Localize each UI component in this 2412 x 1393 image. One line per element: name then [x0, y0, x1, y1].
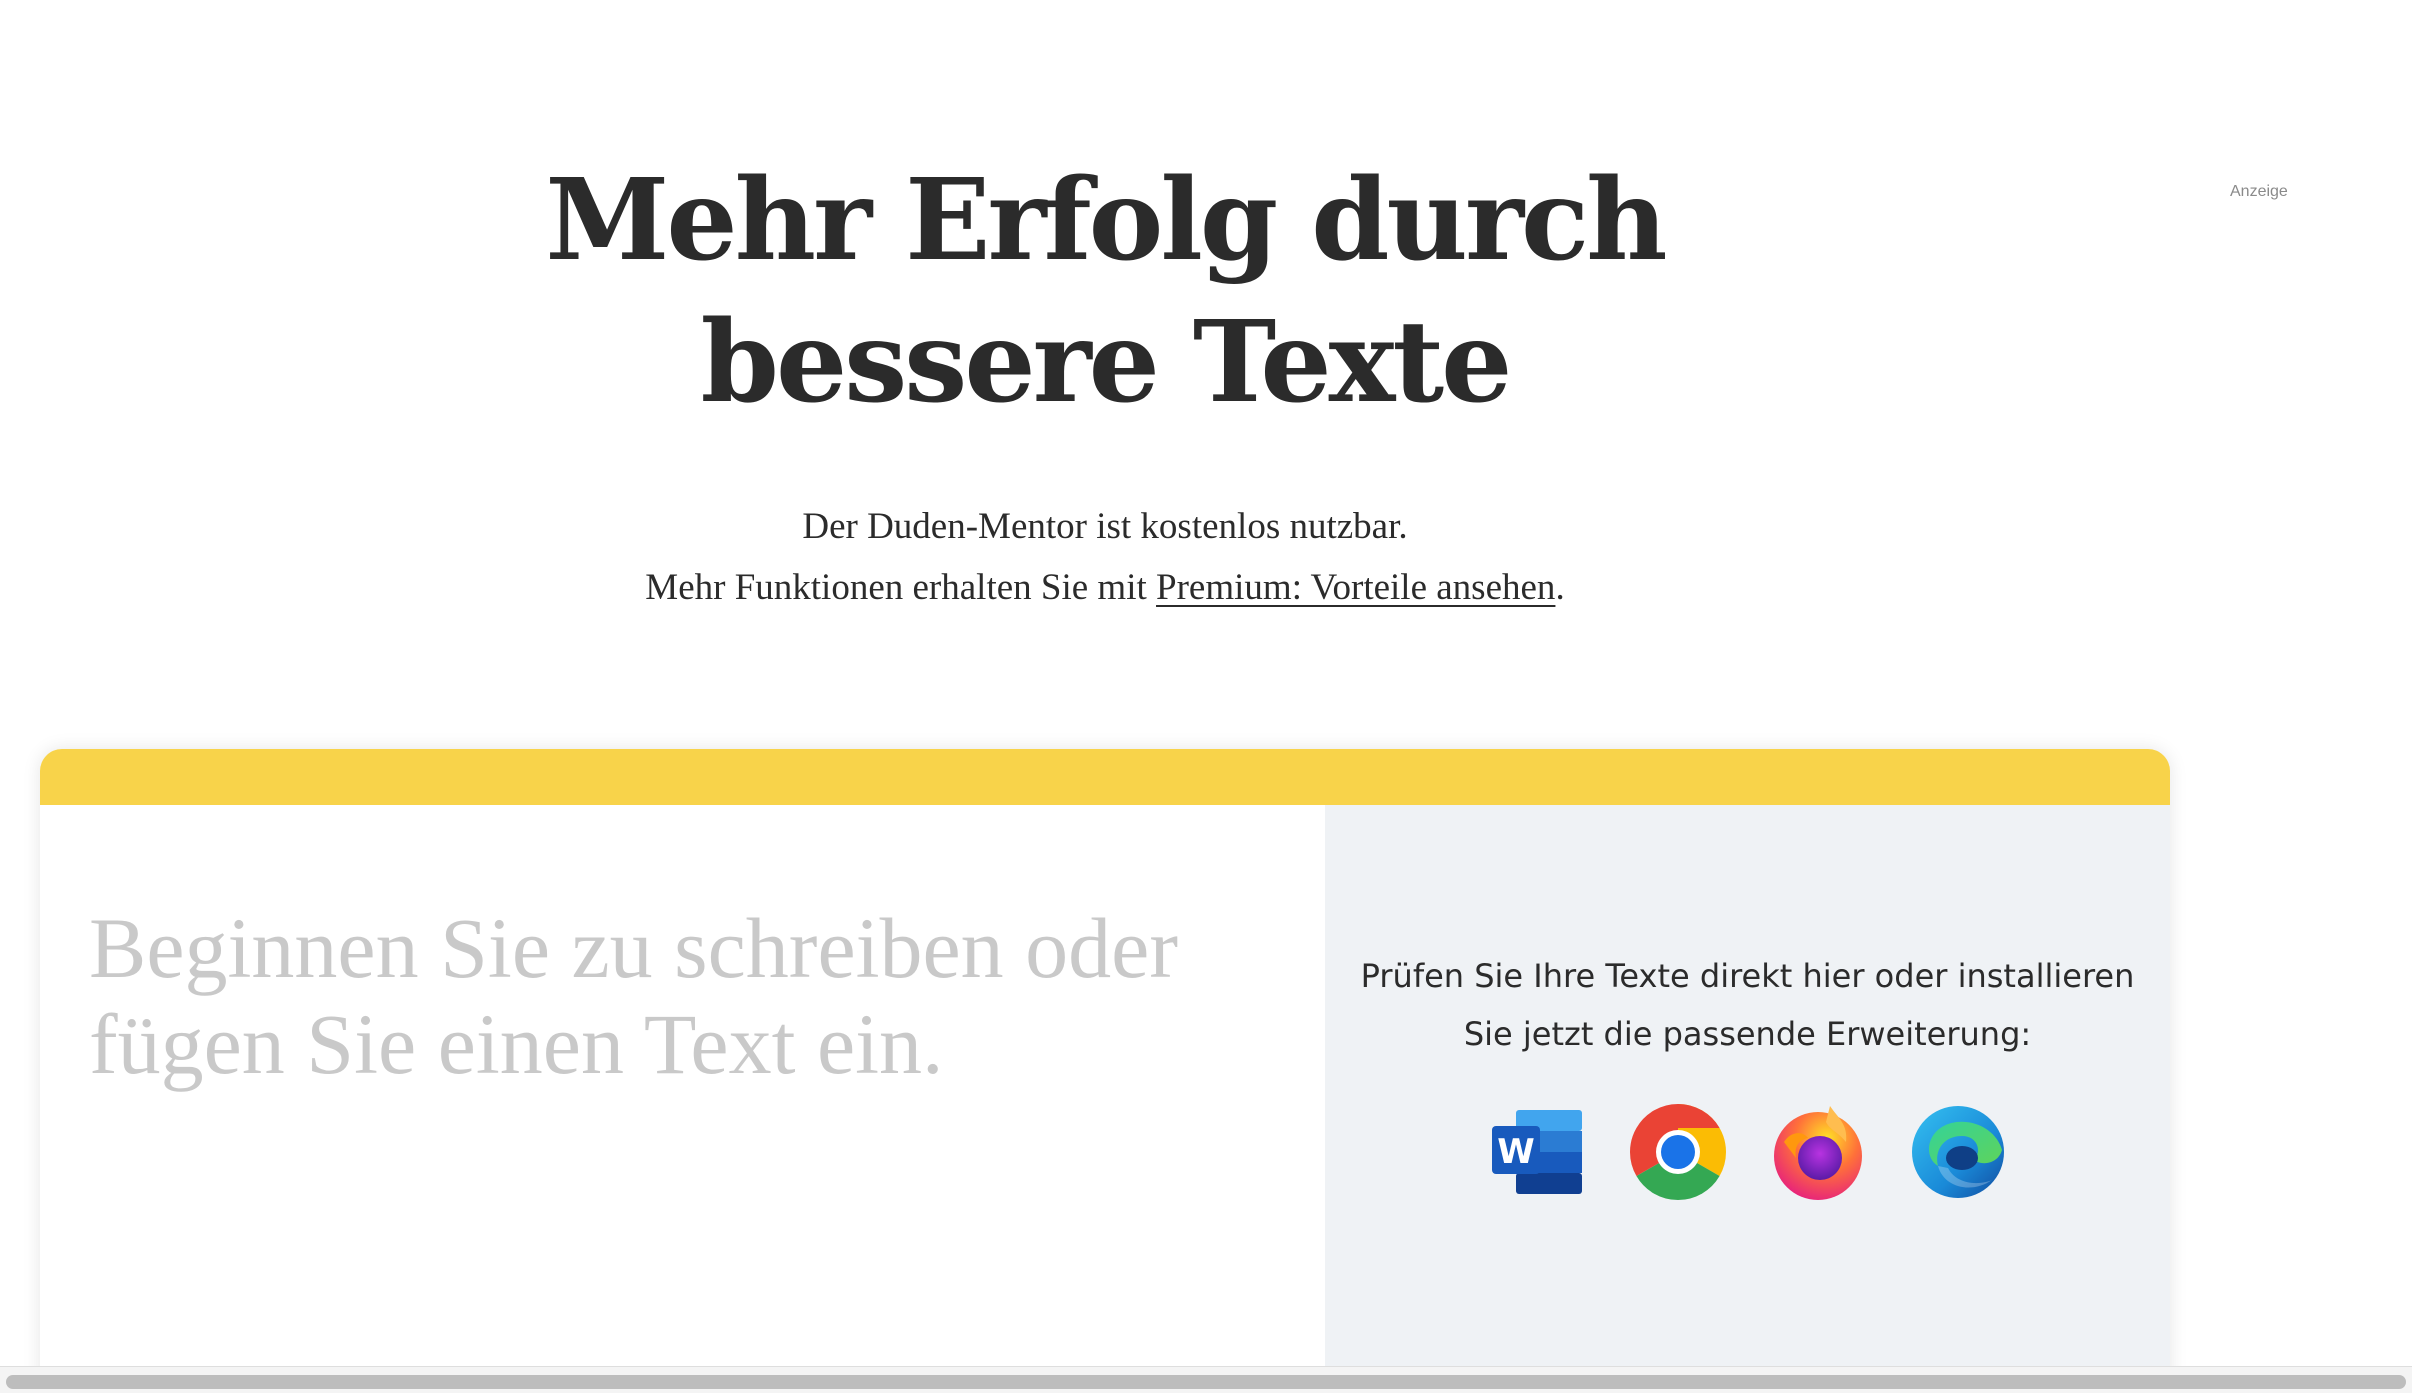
extension-icons: W [1325, 1102, 2170, 1202]
extensions-panel: Prüfen Sie Ihre Texte direkt hier oder i… [1325, 805, 2170, 1389]
headline-line-2: bessere Texte [700, 297, 1513, 428]
microsoft-word-icon[interactable]: W [1488, 1102, 1588, 1202]
editor-placeholder[interactable]: Beginnen Sie zu schreiben oder fügen Sie… [89, 900, 1239, 1092]
page: Anzeige Mehr Erfolg durch bessere Texte … [0, 0, 2412, 1393]
hero-subline: Der Duden-Mentor ist kostenlos nutzbar. … [0, 496, 2210, 618]
extensions-text-line-2: Sie jetzt die passende Erweiterung: [1463, 1015, 2032, 1053]
premium-link[interactable]: Premium: Vorteile ansehen [1156, 567, 1555, 608]
editor-card-body: Beginnen Sie zu schreiben oder fügen Sie… [40, 805, 2170, 1389]
headline-line-1: Mehr Erfolg durch [545, 155, 1667, 286]
extensions-text-line-1: Prüfen Sie Ihre Texte direkt hier oder i… [1360, 957, 2135, 995]
edge-icon[interactable] [1908, 1102, 2008, 1202]
editor-toolbar-bar [40, 749, 2170, 805]
chrome-icon[interactable] [1628, 1102, 1728, 1202]
ad-label: Anzeige [2230, 183, 2288, 200]
hero-section: Mehr Erfolg durch bessere Texte Der Dude… [0, 150, 2210, 618]
subline-free-text: Der Duden-Mentor ist kostenlos nutzbar. [802, 506, 1408, 547]
firefox-icon[interactable] [1768, 1102, 1868, 1202]
extensions-text: Prüfen Sie Ihre Texte direkt hier oder i… [1325, 947, 2170, 1063]
horizontal-scrollbar[interactable] [0, 1366, 2412, 1393]
scrollbar-thumb[interactable] [6, 1375, 2406, 1389]
word-letter: W [1497, 1132, 1535, 1172]
editor-card: Beginnen Sie zu schreiben oder fügen Sie… [40, 749, 2170, 1389]
subline-premium-prefix: Mehr Funktionen erhalten Sie mit [645, 567, 1157, 608]
subline-premium-suffix: . [1555, 567, 1565, 608]
page-title: Mehr Erfolg durch bessere Texte [0, 150, 2210, 434]
text-editor[interactable]: Beginnen Sie zu schreiben oder fügen Sie… [40, 805, 1325, 1389]
